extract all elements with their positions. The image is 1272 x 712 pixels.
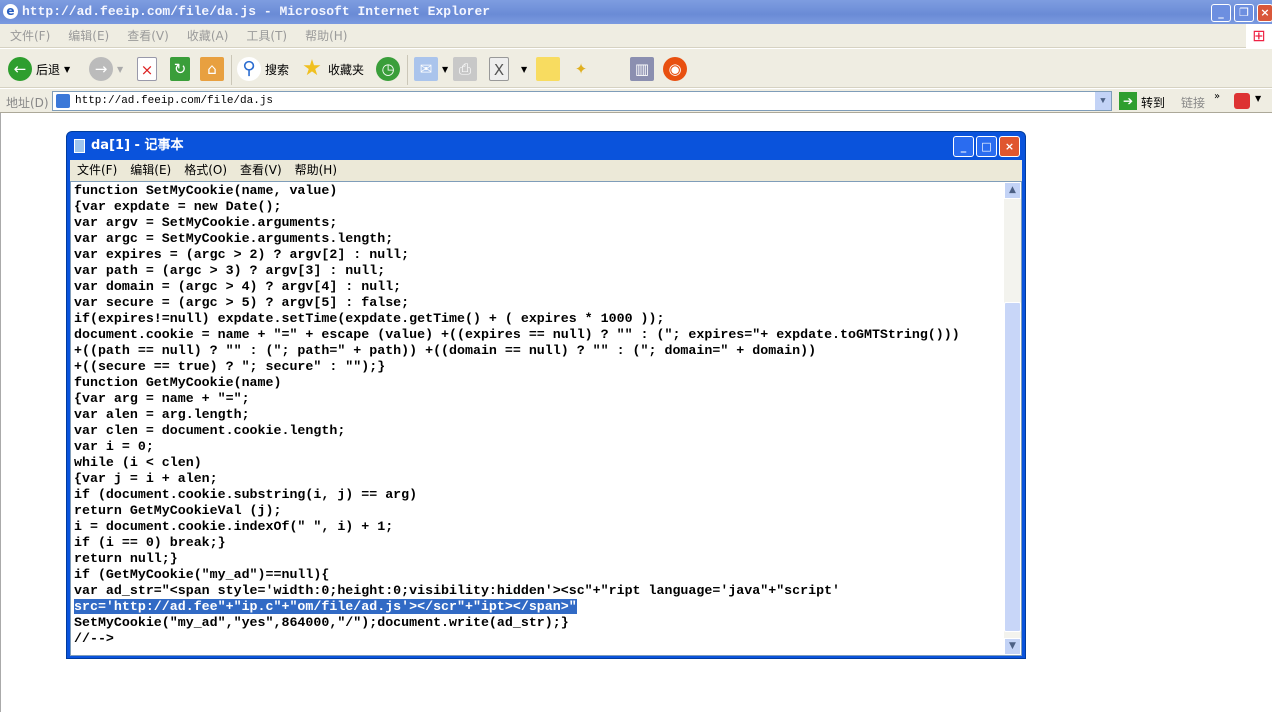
browser-title: http://ad.feeip.com/file/da.js - Microso…	[22, 4, 491, 19]
stop-button[interactable]: ×	[137, 56, 157, 82]
ie-logo-icon: e	[3, 4, 18, 19]
scroll-down-button[interactable]: ▼	[1004, 638, 1021, 655]
stop-icon: ×	[137, 57, 157, 81]
excel-icon: X	[489, 57, 509, 81]
search-icon: ⚲	[237, 57, 261, 81]
note-icon	[536, 57, 560, 81]
page-icon	[56, 94, 70, 108]
forward-arrow-icon: →	[89, 57, 113, 81]
notepad-title: da[1] - 记事本	[91, 138, 184, 153]
back-label: 后退	[36, 62, 61, 77]
print-button[interactable]: ⎙	[453, 56, 477, 82]
browser-toolbar: ← 后退 ▼ → ▼ × ↻ ⌂ ⚲ 搜索 ★ 收藏夹 ◷ ✉ ▼ ⎙ X ▼ ✦ ▥ ◉	[0, 49, 1272, 88]
scroll-thumb[interactable]	[1004, 302, 1021, 632]
scroll-up-button[interactable]: ▲	[1004, 182, 1021, 199]
notepad-minimize-button[interactable]: _	[953, 136, 974, 157]
home-icon: ⌂	[200, 57, 224, 81]
links-label[interactable]: 链接	[1181, 94, 1205, 111]
go-button[interactable]: 转到	[1141, 94, 1165, 111]
minimize-button[interactable]: _	[1211, 4, 1231, 22]
code-after: SetMyCookie("my_ad","yes",864000,"/");do…	[74, 615, 569, 646]
mail-icon: ✉	[414, 57, 438, 81]
menu-view[interactable]: 查看(V)	[127, 29, 169, 43]
messenger-star-icon: ✦	[574, 60, 588, 78]
address-value: http://ad.feeip.com/file/da.js	[75, 95, 274, 107]
np-menu-help[interactable]: 帮助(H)	[295, 163, 337, 177]
code-text: function SetMyCookie(name, value) {var e…	[74, 183, 960, 647]
vertical-scrollbar[interactable]: ▲ ▼	[1004, 182, 1021, 655]
research-button[interactable]: ▥	[630, 56, 654, 82]
menu-tools[interactable]: 工具(T)	[246, 29, 287, 43]
favorites-button[interactable]: ★ 收藏夹	[300, 56, 364, 82]
np-menu-format[interactable]: 格式(O)	[184, 163, 227, 177]
np-menu-file[interactable]: 文件(F)	[77, 163, 117, 177]
notepad-menu-bar: 文件(F) 编辑(E) 格式(O) 查看(V) 帮助(H)	[70, 160, 1022, 181]
notepad-icon	[74, 139, 85, 153]
addon-icon: ◉	[663, 57, 687, 81]
restore-button[interactable]: ❐	[1234, 4, 1254, 22]
browser-menu-bar: 文件(F) 编辑(E) 查看(V) 收藏(A) 工具(T) 帮助(H)	[0, 24, 1272, 48]
edit-button[interactable]: X ▼	[489, 56, 527, 82]
pdf-icon[interactable]	[1234, 93, 1250, 109]
star-icon: ★	[302, 56, 322, 81]
refresh-button[interactable]: ↻	[170, 56, 190, 82]
notepad-maximize-button[interactable]: □	[976, 136, 997, 157]
go-arrow-icon[interactable]: ➔	[1119, 92, 1137, 110]
addon-button[interactable]: ◉	[663, 56, 687, 82]
chevron-icon[interactable]: »	[1214, 91, 1220, 102]
research-icon: ▥	[630, 57, 654, 81]
search-button[interactable]: ⚲ 搜索	[237, 56, 289, 82]
menu-edit[interactable]: 编辑(E)	[68, 29, 109, 43]
text-editor[interactable]: function SetMyCookie(name, value) {var e…	[70, 181, 1022, 656]
back-button[interactable]: ← 后退 ▼	[8, 56, 70, 82]
address-label: 地址(D)	[6, 96, 49, 110]
address-dropdown[interactable]: ▼	[1095, 92, 1111, 110]
forward-button[interactable]: → ▼	[89, 56, 123, 82]
menu-favorites[interactable]: 收藏(A)	[187, 29, 229, 43]
print-icon: ⎙	[453, 57, 477, 81]
close-button[interactable]: ×	[1257, 4, 1272, 22]
windows-logo-icon: ⊞	[1246, 24, 1272, 48]
dropdown-icon[interactable]: ▼	[1255, 94, 1261, 103]
refresh-icon: ↻	[170, 57, 190, 81]
messenger-button[interactable]: ✦	[569, 56, 593, 82]
menu-file[interactable]: 文件(F)	[10, 29, 50, 43]
history-button[interactable]: ◷	[376, 56, 400, 82]
mail-button[interactable]: ✉ ▼	[414, 56, 448, 82]
np-menu-edit[interactable]: 编辑(E)	[130, 163, 171, 177]
back-arrow-icon: ←	[8, 57, 32, 81]
notepad-close-button[interactable]: ×	[999, 136, 1020, 157]
address-bar: 地址(D) http://ad.feeip.com/file/da.js ▼ ➔ …	[0, 89, 1272, 113]
code-before: function SetMyCookie(name, value) {var e…	[74, 183, 960, 598]
favorites-label: 收藏夹	[328, 62, 365, 77]
history-icon: ◷	[376, 57, 400, 81]
np-menu-view[interactable]: 查看(V)	[240, 163, 282, 177]
selected-text: src='http://ad.fee"+"ip.c"+"om/file/ad.j…	[74, 599, 577, 614]
menu-help[interactable]: 帮助(H)	[305, 29, 347, 43]
address-input[interactable]: http://ad.feeip.com/file/da.js ▼	[52, 91, 1112, 111]
notepad-title-bar: da[1] - 记事本	[71, 132, 183, 160]
browser-title-bar: e http://ad.feeip.com/file/da.js - Micro…	[0, 0, 1272, 24]
notepad-window: da[1] - 记事本 _ □ × 文件(F) 编辑(E) 格式(O) 查看(V) 帮助…	[66, 131, 1026, 659]
discuss-button[interactable]	[536, 56, 560, 82]
home-button[interactable]: ⌂	[200, 56, 224, 82]
search-label: 搜索	[265, 62, 290, 77]
